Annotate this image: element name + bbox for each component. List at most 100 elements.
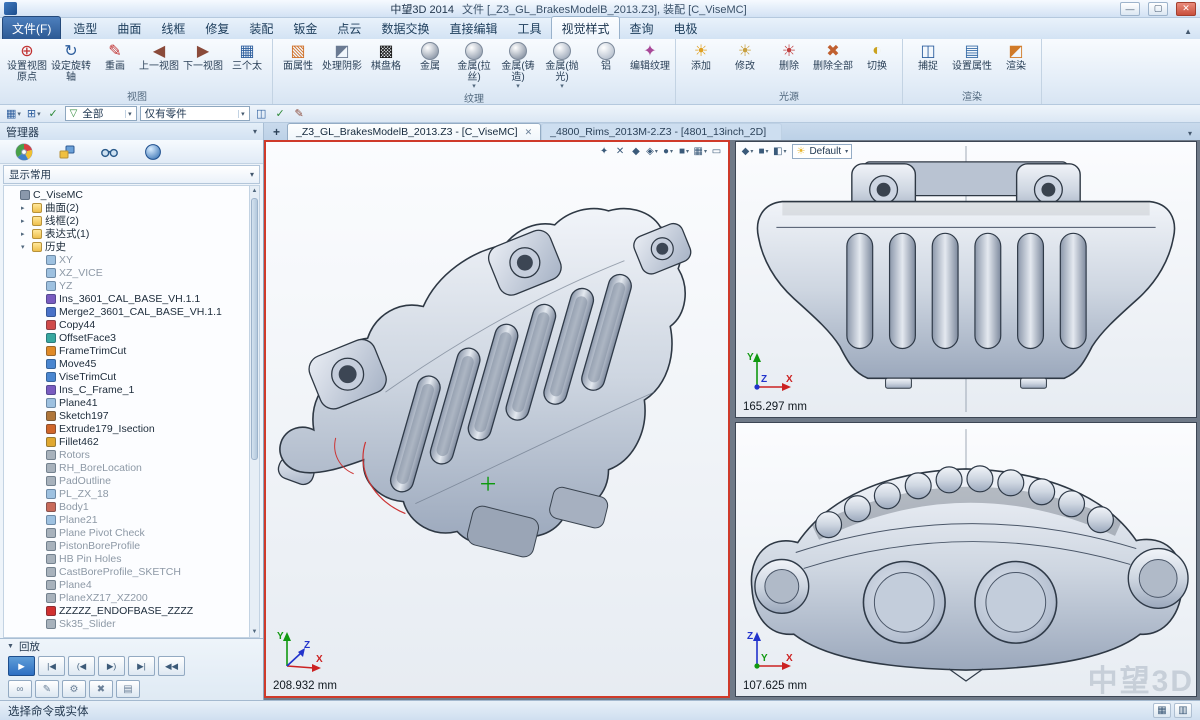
viewport-tool-button[interactable]: ◧ ▾ — [772, 144, 787, 159]
close-button[interactable]: ✕ — [1176, 2, 1196, 16]
viewport-tool-button[interactable]: ▦ ▾ — [693, 144, 708, 159]
maximize-button[interactable]: ▢ — [1148, 2, 1168, 16]
collapse-ribbon-icon[interactable]: ▲ — [1178, 27, 1198, 39]
playback-button[interactable]: ◀◀ — [158, 656, 185, 676]
ribbon-button[interactable]: ✖ 删除全部 ▾ — [811, 40, 855, 72]
playback-button[interactable]: (◀ — [68, 656, 95, 676]
ribbon-tab[interactable]: 直接编辑 — [439, 16, 507, 39]
ribbon-button[interactable]: ☀ 添加 ▾ — [679, 40, 723, 72]
manager-panel-header[interactable]: 管理器 ▾ — [0, 123, 264, 140]
document-tab[interactable]: _Z3_GL_BrakesModelB_2013.Z3 - [C_ViseMC]… — [287, 123, 541, 140]
tree-item[interactable]: ▾ 历史 — [4, 240, 259, 253]
tree-item[interactable]: Move45 — [4, 357, 259, 370]
ribbon-button[interactable]: ● 金属(拉丝) ▾ — [452, 40, 496, 90]
tab-list-icon[interactable]: ▾ — [1180, 129, 1200, 140]
ribbon-tab[interactable]: 视觉样式 — [551, 16, 619, 39]
tree-item[interactable]: Plane41 — [4, 396, 259, 409]
ribbon-tab[interactable]: 造型 — [63, 16, 107, 39]
ribbon-tab[interactable]: 曲面 — [107, 16, 151, 39]
close-tab-icon[interactable]: ✕ — [525, 127, 533, 138]
ribbon-button[interactable]: ● 铝 ▾ — [584, 40, 628, 72]
tree-item[interactable]: ▸ 曲面(2) — [4, 201, 259, 214]
tree-item[interactable]: OffsetFace3 — [4, 331, 259, 344]
viewport-tool-button[interactable]: ◈ ▾ — [645, 144, 660, 159]
status-icon[interactable]: ▦ — [1153, 703, 1171, 718]
tree-item[interactable]: HB Pin Holes — [4, 552, 259, 565]
ribbon-tab[interactable]: 线框 — [151, 16, 195, 39]
ribbon-tab[interactable]: 工具 — [507, 16, 551, 39]
expand-icon[interactable]: ▸ — [21, 204, 29, 212]
ribbon-button[interactable]: ✎ 重画 ▾ — [93, 40, 137, 72]
viewport-tool-button[interactable]: ▭ ▾ — [709, 144, 724, 159]
ribbon-button[interactable]: ▤ 设置属性 ▾ — [950, 40, 994, 72]
new-document-tab-button[interactable]: + — [266, 125, 287, 140]
ribbon-button[interactable]: ⊕ 设置视图原点 ▾ — [5, 40, 49, 83]
viewport-tool-button[interactable]: ◆ ▾ — [629, 144, 644, 159]
toolbar-button[interactable]: ✓ ▾ — [272, 106, 289, 121]
minimize-button[interactable]: — — [1120, 2, 1140, 16]
ribbon-button[interactable]: ▶ 下一视图 ▾ — [181, 40, 225, 72]
tree-item[interactable]: Plane Pivot Check — [4, 526, 259, 539]
playback-button[interactable]: ▶| — [128, 656, 155, 676]
display-filter-combobox[interactable]: 显示常用 ▾ — [3, 165, 260, 184]
scroll-up-icon[interactable]: ▲ — [250, 186, 259, 196]
tree-item[interactable]: PistonBoreProfile — [4, 539, 259, 552]
tree-item[interactable]: Rotors — [4, 448, 259, 461]
tree-item[interactable]: PlaneXZ17_XZ200 — [4, 591, 259, 604]
viewport-section[interactable]: Z X Y 107.625 mm 中望3D — [735, 422, 1197, 697]
ribbon-button[interactable]: ↻ 设定旋转轴 ▾ — [49, 40, 93, 83]
viewport-tool-button[interactable]: ◆ ▾ — [740, 144, 755, 159]
ribbon-button[interactable]: ☀ 删除 ▾ — [767, 40, 811, 72]
filter-parts-combobox[interactable]: 仅有零件 ▾ — [140, 106, 250, 121]
ribbon-tab[interactable]: 文件(F) — [2, 16, 61, 39]
ribbon-button[interactable]: ◐ 切换 ▾ — [855, 40, 899, 72]
ribbon-button[interactable]: ◩ 处理阴影 ▾ — [320, 40, 364, 72]
tree-item[interactable]: XZ_VICE — [4, 266, 259, 279]
assembly-manager-icon[interactable] — [57, 142, 76, 161]
ribbon-button[interactable]: ● 金属(抛光) ▾ — [540, 40, 584, 90]
viewport-tool-button[interactable]: ■ ▾ — [756, 144, 771, 159]
tree-item[interactable]: Plane21 — [4, 513, 259, 526]
filter-all-combobox[interactable]: ▽ 全部 ▾ — [65, 106, 137, 121]
visibility-glasses-icon[interactable] — [100, 142, 119, 161]
playback-tool-button[interactable]: ∞ — [8, 680, 32, 698]
playback-tool-button[interactable]: ✎ — [35, 680, 59, 698]
viewport-tool-button[interactable]: ✦ ▾ — [597, 144, 612, 159]
tree-item[interactable]: Ins_3601_CAL_BASE_VH.1.1 — [4, 292, 259, 305]
toolbar-button[interactable]: ⊞ ▾ — [25, 106, 43, 121]
ribbon-button[interactable]: ▦ 三个太 ▾ — [225, 40, 269, 72]
tree-item[interactable]: Sk35_Slider — [4, 617, 259, 630]
expand-icon[interactable]: ▸ — [21, 217, 29, 225]
tree-scrollbar[interactable]: ▲ ▼ — [249, 186, 259, 637]
ribbon-tab[interactable]: 钣金 — [283, 16, 327, 39]
tree-item[interactable]: Merge2_3601_CAL_BASE_VH.1.1 — [4, 305, 259, 318]
render-manager-icon[interactable] — [14, 142, 33, 161]
ribbon-tab[interactable]: 电极 — [664, 16, 708, 39]
viewport-tool-button[interactable]: ● ▾ — [661, 144, 676, 159]
ribbon-button[interactable]: ▩ 棋盘格 ▾ — [364, 40, 408, 72]
tree-item[interactable]: CastBoreProfile_SKETCH — [4, 565, 259, 578]
document-tab[interactable]: _4800_Rims_2013M-2.Z3 - [4801_13inch_2D] — [541, 123, 782, 140]
ribbon-tab[interactable]: 查询 — [620, 16, 664, 39]
ribbon-button[interactable]: ● 金属(铸造) ▾ — [496, 40, 540, 90]
toolbar-button[interactable]: ▦ ▾ — [4, 106, 23, 121]
ribbon-button[interactable]: ● 金属 ▾ — [408, 40, 452, 72]
tree-item[interactable]: ZZZZZ_ENDOFBASE_ZZZZ — [4, 604, 259, 617]
tree-item[interactable]: Extrude179_Isection — [4, 422, 259, 435]
view-manager-icon[interactable] — [143, 142, 162, 161]
tree-item[interactable]: Copy44 — [4, 318, 259, 331]
toolbar-button[interactable]: ✎ ▾ — [291, 106, 308, 121]
playback-button[interactable]: |◀ — [38, 656, 65, 676]
tree-item[interactable]: RH_BoreLocation — [4, 461, 259, 474]
tree-item[interactable]: Body1 — [4, 500, 259, 513]
viewport-main[interactable]: ✦ ▾ ✕ ▾ ◆ ▾ — [265, 141, 729, 697]
tree-item[interactable]: Plane4 — [4, 578, 259, 591]
tree-item[interactable]: PadOutline — [4, 474, 259, 487]
viewport-tool-button[interactable]: ■ ▾ — [677, 144, 692, 159]
tree-item[interactable]: ▸ 表达式(1) — [4, 227, 259, 240]
ribbon-button[interactable]: ▧ 面属性 ▾ — [276, 40, 320, 72]
expand-icon[interactable]: ▾ — [21, 243, 29, 251]
tree-item[interactable]: Sketch197 — [4, 409, 259, 422]
playback-tool-button[interactable]: ✖ — [89, 680, 113, 698]
ribbon-button[interactable]: ◩ 渲染 ▾ — [994, 40, 1038, 72]
